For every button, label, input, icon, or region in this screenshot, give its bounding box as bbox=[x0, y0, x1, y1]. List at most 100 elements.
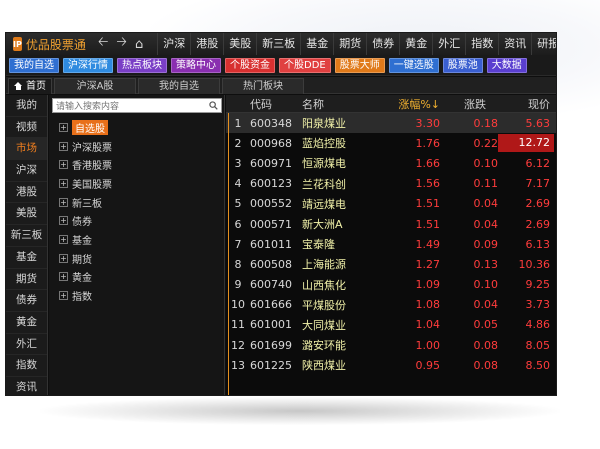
tree-item[interactable]: + 期货 bbox=[59, 249, 112, 268]
stock-name-cell: 潞安环能 bbox=[302, 339, 346, 353]
table-row[interactable]: 10 601666 平煤股份 1.08 0.04 3.73 bbox=[226, 295, 556, 315]
menu-item[interactable]: 港股 bbox=[190, 33, 223, 55]
price-cell: 8.05 bbox=[525, 338, 551, 352]
tab-hushen-a[interactable]: 沪深A股 bbox=[54, 78, 136, 94]
table-row[interactable]: 2 000968 蓝焰控股 1.76 0.22 12.72 bbox=[226, 133, 556, 153]
toolbar-button[interactable]: 个股DDE bbox=[279, 57, 331, 73]
sidebar-item[interactable]: 外汇 bbox=[6, 334, 47, 356]
change-pct-cell: 1.00 bbox=[415, 338, 441, 352]
tree-item[interactable]: + 自选股 bbox=[59, 118, 112, 137]
forward-arrow-icon[interactable]: 🡢 bbox=[116, 33, 127, 55]
table-row[interactable]: 12 601699 潞安环能 1.00 0.08 8.05 bbox=[226, 335, 556, 355]
table-row[interactable]: 6 000571 新大洲A 1.51 0.04 2.69 bbox=[226, 214, 556, 234]
stock-table: 代码 名称 涨幅%↓ 涨跌 现价 1 600348 阳泉煤业 3.30 0.18 5.63… bbox=[226, 95, 556, 395]
sidebar-item[interactable]: 我的 bbox=[6, 95, 47, 117]
expand-plus-icon[interactable]: + bbox=[59, 178, 68, 188]
menu-item[interactable]: 指数 bbox=[465, 33, 498, 55]
menu-item[interactable]: 基金 bbox=[300, 33, 333, 55]
menu-item[interactable]: 外汇 bbox=[432, 33, 465, 55]
price-cell: 7.17 bbox=[525, 177, 551, 191]
sidebar-item[interactable]: 市场 bbox=[6, 138, 47, 161]
col-code[interactable]: 代码 bbox=[250, 96, 302, 112]
change-cell: 0.04 bbox=[473, 298, 499, 312]
tree-item[interactable]: + 香港股票 bbox=[59, 155, 112, 174]
table-row[interactable]: 4 600123 兰花科创 1.56 0.11 7.17 bbox=[226, 174, 556, 194]
expand-plus-icon[interactable]: + bbox=[59, 141, 68, 151]
tree-item[interactable]: + 美国股票 bbox=[59, 174, 112, 193]
menu-item[interactable]: 债券 bbox=[366, 33, 399, 55]
price-cell: 8.50 bbox=[525, 358, 551, 372]
window-shadow bbox=[40, 397, 560, 425]
tab-home[interactable]: 首页 bbox=[8, 78, 52, 94]
price-cell: 4.86 bbox=[525, 318, 551, 332]
toolbar-button[interactable]: 热点板块 bbox=[117, 57, 167, 73]
tree-item[interactable]: + 基金 bbox=[59, 230, 112, 249]
sidebar-item[interactable]: 美股 bbox=[6, 203, 47, 226]
sidebar-item[interactable]: 资讯 bbox=[6, 377, 47, 395]
stock-code-cell: 600740 bbox=[250, 278, 292, 292]
table-row[interactable]: 13 601225 陕西煤业 0.95 0.08 8.50 bbox=[226, 355, 556, 375]
menu-item[interactable]: 新三板 bbox=[256, 33, 300, 55]
sidebar-item[interactable]: 黄金 bbox=[6, 312, 47, 334]
table-row[interactable]: 3 600971 恒源煤电 1.66 0.10 6.12 bbox=[226, 153, 556, 173]
tab-hot-sectors[interactable]: 热门板块 bbox=[222, 78, 304, 94]
tree-item[interactable]: + 黄金 bbox=[59, 268, 112, 287]
table-row[interactable]: 1 600348 阳泉煤业 3.30 0.18 5.63 bbox=[226, 113, 556, 134]
toolbar-button[interactable]: 股票大师 bbox=[334, 57, 385, 73]
expand-plus-icon[interactable]: + bbox=[59, 197, 68, 207]
toolbar-button[interactable]: 一键选股 bbox=[388, 57, 439, 73]
expand-plus-icon[interactable]: + bbox=[59, 291, 68, 301]
toolbar-button[interactable]: 策略中心 bbox=[171, 57, 221, 73]
tree-item[interactable]: + 新三板 bbox=[59, 193, 112, 212]
menu-item[interactable]: 期货 bbox=[333, 33, 366, 55]
stock-code-cell: 000571 bbox=[250, 217, 292, 231]
tree-item[interactable]: + 沪深股票 bbox=[59, 137, 112, 156]
sidebar-item[interactable]: 新三板 bbox=[6, 225, 47, 247]
sidebar-item[interactable]: 期货 bbox=[6, 269, 47, 291]
menu-item[interactable]: 沪深 bbox=[157, 33, 190, 55]
tree-item-label: 期货 bbox=[72, 254, 92, 266]
sidebar-item[interactable]: 视频 bbox=[6, 117, 47, 139]
table-row[interactable]: 8 600508 上海能源 1.27 0.13 10.36 bbox=[226, 254, 556, 274]
table-row[interactable]: 11 601001 大同煤业 1.04 0.05 4.86 bbox=[226, 315, 556, 335]
toolbar-button[interactable]: 股票池 bbox=[442, 57, 483, 73]
menu-item[interactable]: 黄金 bbox=[399, 33, 432, 55]
sidebar-item[interactable]: 债券 bbox=[6, 290, 47, 312]
toolbar-button[interactable]: 我的自选 bbox=[9, 57, 59, 73]
toolbar-button[interactable]: 个股资金 bbox=[225, 57, 275, 73]
menu-item[interactable]: 资讯 bbox=[498, 33, 531, 55]
tab-my-watchlist[interactable]: 我的自选 bbox=[138, 78, 220, 94]
expand-plus-icon[interactable]: + bbox=[59, 216, 68, 226]
expand-plus-icon[interactable]: + bbox=[59, 234, 68, 244]
col-change-pct[interactable]: 涨幅%↓ bbox=[382, 96, 440, 112]
toolbar-button[interactable]: 沪深行情 bbox=[63, 57, 113, 73]
sidebar-item[interactable]: 指数 bbox=[6, 355, 47, 377]
back-arrow-icon[interactable]: 🡠 bbox=[98, 33, 109, 55]
table-row[interactable]: 5 000552 靖远煤电 1.51 0.04 2.69 bbox=[226, 194, 556, 214]
search-icon[interactable] bbox=[209, 101, 218, 110]
table-row[interactable]: 9 600740 山西焦化 1.09 0.10 9.25 bbox=[226, 275, 556, 295]
table-header: 代码 名称 涨幅%↓ 涨跌 现价 bbox=[226, 95, 556, 113]
expand-plus-icon[interactable]: + bbox=[59, 122, 68, 132]
sidebar-item[interactable]: 港股 bbox=[6, 182, 47, 204]
search-input[interactable] bbox=[53, 100, 203, 114]
col-change[interactable]: 涨跌 bbox=[440, 96, 498, 112]
toolbar-button[interactable]: 大数据 bbox=[486, 57, 527, 73]
app-name: 优品股票通 bbox=[25, 37, 86, 52]
col-name[interactable]: 名称 bbox=[302, 96, 382, 112]
table-row[interactable]: 7 601011 宝泰隆 1.49 0.09 6.13 bbox=[226, 234, 556, 254]
menu-item[interactable]: 研报 bbox=[531, 33, 556, 55]
expand-plus-icon[interactable]: + bbox=[59, 160, 68, 170]
tree-item[interactable]: + 债券 bbox=[59, 211, 112, 230]
menu-item[interactable]: 美股 bbox=[223, 33, 256, 55]
expand-plus-icon[interactable]: + bbox=[59, 253, 68, 263]
home-icon[interactable]: ⌂ bbox=[135, 37, 143, 52]
sidebar-item[interactable]: 沪深 bbox=[6, 160, 47, 182]
change-pct-cell: 1.51 bbox=[415, 217, 441, 231]
col-price[interactable]: 现价 bbox=[498, 96, 554, 112]
change-cell: 0.22 bbox=[473, 136, 499, 150]
tree-item[interactable]: + 指数 bbox=[59, 286, 112, 305]
change-pct-cell: 1.56 bbox=[415, 177, 441, 191]
sidebar-item[interactable]: 基金 bbox=[6, 247, 47, 269]
expand-plus-icon[interactable]: + bbox=[59, 272, 68, 282]
